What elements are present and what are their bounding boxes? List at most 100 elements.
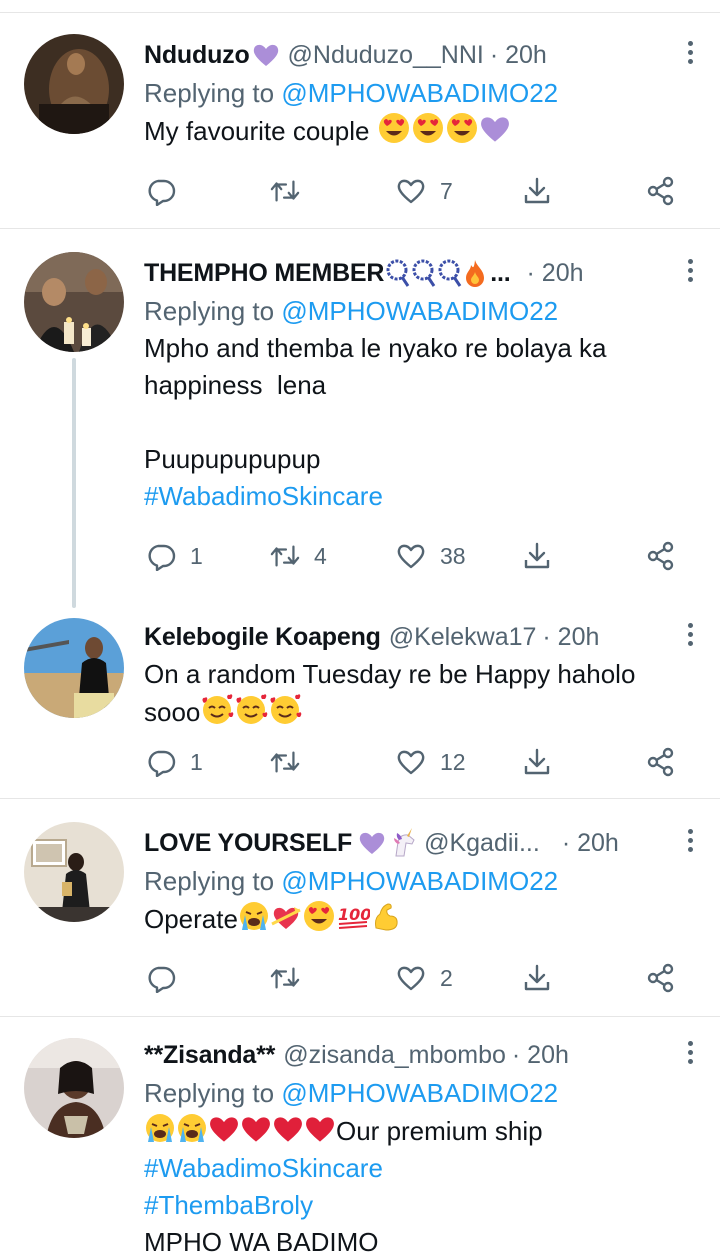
avatar[interactable] — [24, 618, 124, 718]
tweet-text-line: Puupupupupup — [144, 444, 321, 474]
user-handle[interactable]: @Kgadii... — [424, 826, 540, 860]
purple-heart-icon — [358, 830, 386, 856]
share-icon — [647, 963, 674, 993]
download-icon — [524, 542, 550, 569]
hashtag-link[interactable]: #WabadimoSkincare — [144, 1150, 690, 1187]
mention-link[interactable]: @MPHOWABADIMO22 — [281, 296, 558, 326]
replying-to: Replying to @MPHOWABADIMO22 — [144, 862, 690, 900]
purple-heart-icon — [252, 42, 280, 68]
hashtag-link[interactable]: #WabadimoSkincare — [144, 478, 690, 515]
tweet-divider — [0, 1016, 720, 1017]
user-handle[interactable]: @Nduduzo__NNI — [288, 38, 484, 72]
timestamp[interactable]: · 20h — [490, 38, 547, 72]
heart-eyes-icon — [411, 112, 445, 144]
download-icon — [524, 964, 550, 991]
red-heart-icon — [272, 1114, 304, 1144]
retweet-button[interactable] — [270, 742, 314, 782]
smiling-hearts-icon — [268, 693, 302, 725]
like-icon — [397, 750, 425, 775]
heart-ribbon-icon — [270, 902, 302, 932]
download-icon — [524, 748, 550, 775]
download-button[interactable] — [522, 958, 552, 998]
timestamp[interactable]: · 20h — [527, 256, 584, 290]
display-name[interactable]: Kelebogile Koapeng — [144, 620, 381, 654]
tweet-header: Kelebogile Koapeng @Kelekwa17 · 20h — [144, 620, 690, 654]
top-divider — [0, 12, 720, 13]
like-icon — [397, 544, 425, 569]
replying-prefix: Replying to — [144, 78, 275, 108]
retweet-button[interactable] — [270, 958, 314, 998]
reply-button[interactable] — [146, 958, 190, 998]
share-button[interactable] — [646, 171, 676, 211]
replying-prefix: Replying to — [144, 1078, 275, 1108]
tweet-text: Our premium ship — [144, 1112, 690, 1150]
like-button[interactable]: 12 — [396, 742, 466, 782]
like-button[interactable]: 2 — [396, 958, 453, 998]
more-icon[interactable] — [680, 256, 700, 286]
flexed-bicep-icon — [370, 900, 402, 932]
smiling-hearts-icon — [234, 693, 268, 725]
more-icon[interactable] — [680, 1038, 700, 1068]
loudly-crying-icon — [144, 1112, 176, 1144]
retweet-button[interactable]: 4 — [270, 536, 327, 576]
like-icon — [397, 179, 425, 204]
share-button[interactable] — [646, 958, 676, 998]
like-count: 7 — [440, 177, 453, 204]
purple-heart-icon — [479, 114, 511, 144]
share-button[interactable] — [646, 742, 676, 782]
hundred-icon: 100 — [336, 902, 370, 932]
replying-to: Replying to @MPHOWABADIMO22 — [144, 292, 690, 330]
timestamp[interactable]: · 20h — [542, 620, 599, 654]
mention-link[interactable]: @MPHOWABADIMO22 — [281, 1078, 558, 1108]
display-name[interactable]: LOVE YOURSELF — [144, 826, 352, 860]
tweet-actions: 1 4 38 — [144, 536, 684, 576]
thread-connector — [72, 358, 76, 608]
timestamp[interactable]: · 20h — [512, 1038, 569, 1072]
tweet-text-line: Operate — [144, 904, 238, 934]
name-ellipsis: ... — [490, 259, 511, 287]
download-button[interactable] — [522, 742, 552, 782]
avatar[interactable] — [24, 1038, 124, 1138]
more-icon[interactable] — [680, 826, 700, 856]
user-handle[interactable]: @Kelekwa17 — [389, 620, 537, 654]
fire-icon — [462, 258, 488, 288]
download-button[interactable] — [522, 536, 552, 576]
mention-link[interactable]: @MPHOWABADIMO22 — [281, 866, 558, 896]
tweet-header: LOVE YOURSELF @Kgadii... · 20h — [144, 826, 690, 860]
retweet-icon — [270, 545, 300, 567]
display-name[interactable]: Nduduzo — [144, 38, 250, 72]
mention-link[interactable]: @MPHOWABADIMO22 — [281, 78, 558, 108]
avatar[interactable] — [24, 822, 124, 922]
share-icon — [647, 176, 674, 206]
timestamp[interactable]: · 20h — [562, 826, 619, 860]
heart-eyes-icon — [445, 112, 479, 144]
user-handle[interactable]: @zisanda_mbombo — [283, 1038, 506, 1072]
display-name[interactable]: **Zisanda** — [144, 1038, 275, 1072]
tweet-text-line: Our premium ship — [336, 1116, 543, 1146]
replying-to: Replying to @MPHOWABADIMO22 — [144, 1074, 690, 1112]
tweet-text-line: Mpho and themba le nyako re bolaya ka — [144, 333, 607, 363]
prayer-beads-icon — [436, 258, 462, 288]
reply-button[interactable]: 1 — [146, 536, 203, 576]
more-icon[interactable] — [680, 38, 700, 68]
reply-button[interactable]: 1 — [146, 742, 203, 782]
prayer-beads-icon — [410, 258, 436, 288]
retweet-button[interactable] — [270, 171, 314, 211]
like-count: 2 — [440, 964, 453, 991]
reply-button[interactable] — [146, 171, 190, 211]
hashtag-link[interactable]: #ThembaBroly — [144, 1187, 690, 1224]
retweet-icon — [270, 967, 300, 989]
tweet-divider — [0, 228, 720, 229]
avatar[interactable] — [24, 34, 124, 134]
share-button[interactable] — [646, 536, 676, 576]
loudly-crying-icon — [238, 900, 270, 932]
display-name[interactable]: THEMPHO MEMBER — [144, 256, 384, 290]
replying-prefix: Replying to — [144, 296, 275, 326]
like-button[interactable]: 38 — [396, 536, 466, 576]
reply-icon — [148, 750, 176, 777]
share-icon — [647, 747, 674, 777]
avatar[interactable] — [24, 252, 124, 352]
download-button[interactable] — [522, 171, 552, 211]
like-button[interactable]: 7 — [396, 171, 453, 211]
more-icon[interactable] — [680, 620, 700, 650]
